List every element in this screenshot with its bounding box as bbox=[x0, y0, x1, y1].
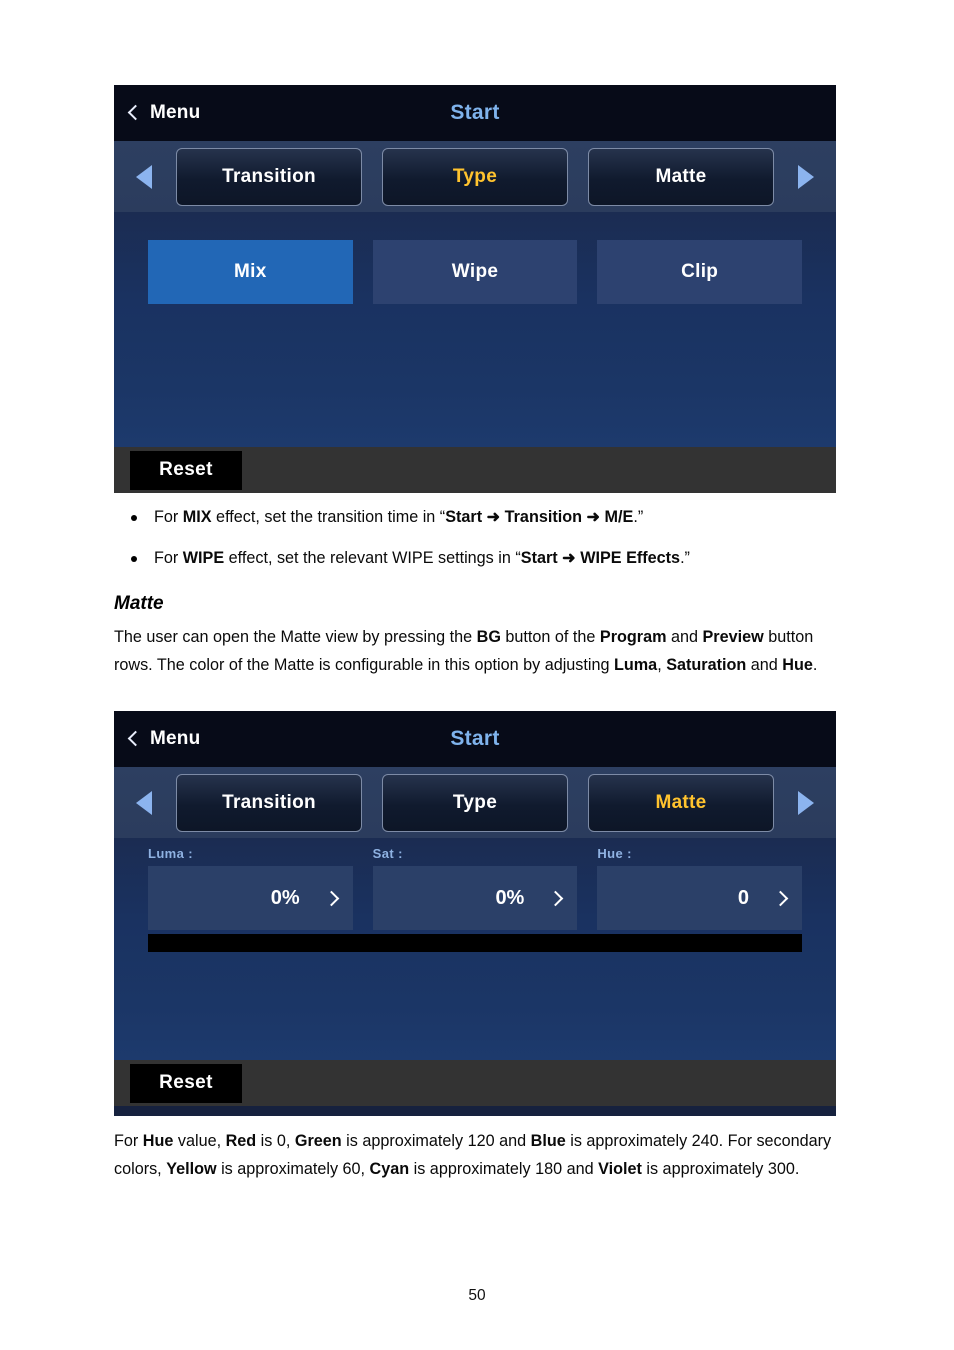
param-sat-field[interactable]: 0% bbox=[372, 866, 578, 930]
param-luma-field[interactable]: 0% bbox=[148, 866, 353, 930]
section-heading-matte: Matte bbox=[114, 593, 164, 614]
triangle-left-icon bbox=[136, 164, 152, 189]
option-clip[interactable]: Clip bbox=[597, 240, 803, 304]
device-header: Menu Start bbox=[114, 711, 836, 767]
hue-note-block: For Hue value, Red is 0, Green is approx… bbox=[114, 1128, 834, 1184]
menu-back-label: Menu bbox=[150, 728, 201, 749]
device-footer: Reset bbox=[114, 447, 836, 493]
menu-back-label: Menu bbox=[150, 102, 201, 123]
matte-color-preview bbox=[148, 934, 802, 952]
matte-section-block: Matte The user can open the Matte view b… bbox=[114, 588, 834, 679]
device-title: Start bbox=[450, 727, 500, 750]
document-page: Menu Start Transition Type Matte Mix Wip… bbox=[0, 0, 954, 1350]
tab-matte[interactable]: Matte bbox=[588, 773, 774, 832]
tab-type[interactable]: Type bbox=[382, 773, 568, 832]
device-screenshot-matte: Menu Start Transition Type Matte Luma : bbox=[114, 711, 836, 1116]
chevron-right-icon[interactable] bbox=[323, 890, 339, 906]
param-sat: Sat : 0% bbox=[372, 846, 578, 930]
option-wipe[interactable]: Wipe bbox=[372, 240, 578, 304]
param-luma-label: Luma : bbox=[148, 846, 194, 861]
menu-back-button[interactable]: Menu bbox=[127, 728, 201, 750]
matte-parameters: Luma : 0% Sat : 0% Hue: 0 bbox=[114, 838, 836, 952]
reset-button[interactable]: Reset bbox=[130, 1063, 242, 1103]
tab-list: Transition Type Matte bbox=[176, 767, 774, 838]
tab-next-button[interactable] bbox=[782, 141, 830, 212]
bullet-list: For MIX effect, set the transition time … bbox=[114, 504, 834, 573]
chevron-right-icon[interactable] bbox=[548, 890, 564, 906]
param-hue-label: Hue : bbox=[597, 846, 632, 861]
device-screenshot-type: Menu Start Transition Type Matte Mix Wip… bbox=[114, 85, 836, 493]
param-luma: Luma : 0% bbox=[148, 846, 353, 930]
tab-strip: Transition Type Matte bbox=[114, 767, 836, 838]
device-body: Mix Wipe Clip bbox=[114, 212, 836, 447]
chevron-left-icon bbox=[127, 104, 144, 121]
menu-back-button[interactable]: Menu bbox=[127, 102, 201, 124]
transition-type-options: Mix Wipe Clip bbox=[114, 212, 836, 304]
tab-next-button[interactable] bbox=[782, 767, 830, 838]
triangle-right-icon bbox=[798, 164, 814, 189]
tab-type[interactable]: Type bbox=[382, 147, 568, 206]
matte-section-paragraph: The user can open the Matte view by pres… bbox=[114, 627, 818, 674]
param-sat-label: Sat : bbox=[372, 846, 403, 861]
chevron-right-icon[interactable] bbox=[772, 890, 789, 906]
bullet-item: For WIPE effect, set the relevant WIPE s… bbox=[114, 545, 834, 573]
device-body: Luma : 0% Sat : 0% Hue: 0 bbox=[114, 838, 836, 1060]
param-sat-value: 0% bbox=[495, 886, 525, 909]
page-number: 50 bbox=[468, 1287, 486, 1304]
tab-list: Transition Type Matte bbox=[176, 141, 774, 212]
bullet-item: For MIX effect, set the transition time … bbox=[114, 504, 834, 532]
tab-matte[interactable]: Matte bbox=[588, 147, 774, 206]
device-header: Menu Start bbox=[114, 85, 836, 141]
tab-strip: Transition Type Matte bbox=[114, 141, 836, 212]
device-footer: Reset bbox=[114, 1060, 836, 1106]
param-hue-field[interactable]: 0 bbox=[597, 866, 803, 930]
reset-button[interactable]: Reset bbox=[130, 450, 242, 490]
matte-parameter-row: Luma : 0% Sat : 0% Hue: 0 bbox=[148, 846, 803, 930]
chevron-left-icon bbox=[127, 730, 144, 747]
tab-prev-button[interactable] bbox=[120, 767, 168, 838]
hue-note-paragraph: For Hue value, Red is 0, Green is approx… bbox=[114, 1132, 832, 1178]
device-title: Start bbox=[450, 101, 500, 124]
option-mix[interactable]: Mix bbox=[148, 240, 353, 304]
bullet-list-block: For MIX effect, set the transition time … bbox=[114, 504, 834, 586]
tab-prev-button[interactable] bbox=[120, 141, 168, 212]
param-hue-value: 0 bbox=[737, 886, 750, 909]
param-hue: Hue : 0 bbox=[597, 846, 803, 930]
triangle-right-icon bbox=[798, 790, 814, 815]
tab-transition[interactable]: Transition bbox=[176, 773, 362, 832]
param-luma-value: 0% bbox=[270, 886, 300, 909]
triangle-left-icon bbox=[136, 790, 152, 815]
tab-transition[interactable]: Transition bbox=[176, 147, 362, 206]
